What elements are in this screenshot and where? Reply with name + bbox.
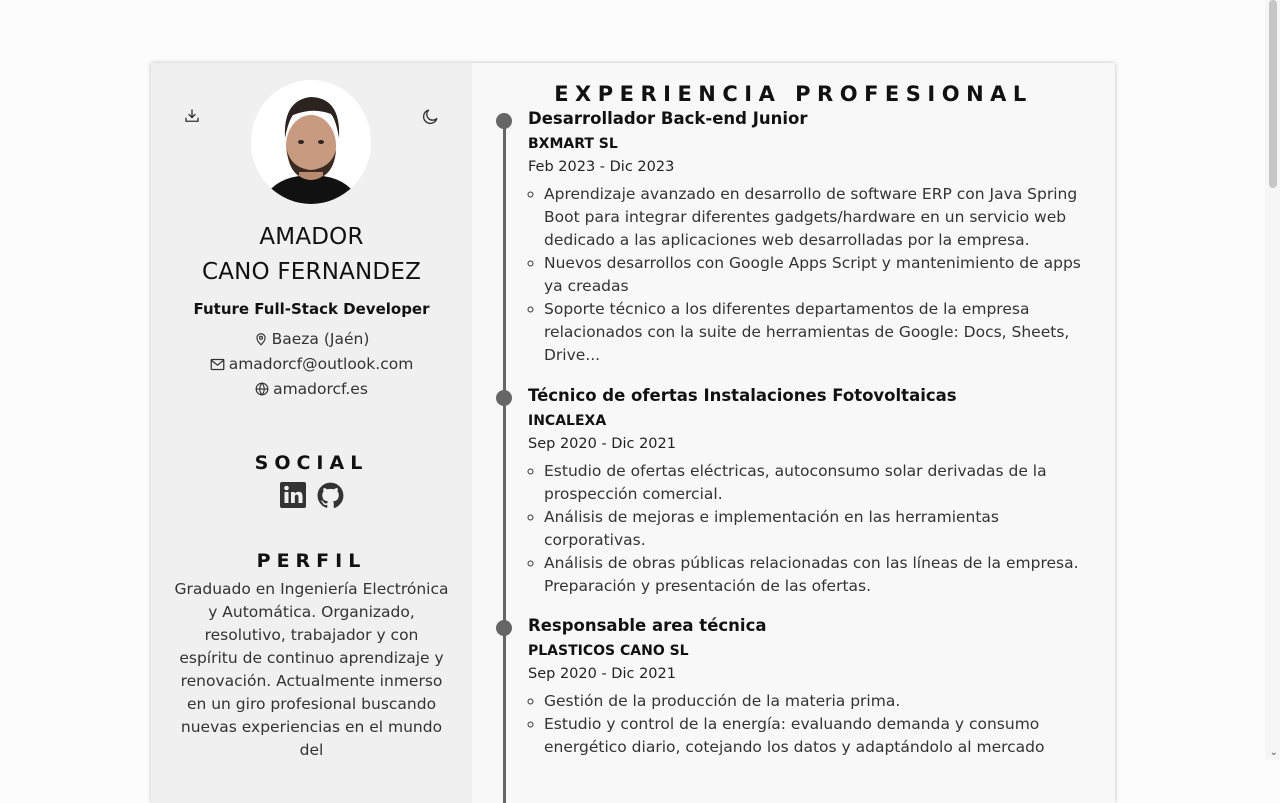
job-dates: Sep 2020 - Dic 2021 bbox=[528, 436, 676, 452]
experience-heading: EXPERIENCIA PROFESIONAL bbox=[554, 82, 1033, 106]
email-text[interactable]: amadorcf@outlook.com bbox=[229, 355, 414, 373]
social-icons bbox=[151, 482, 472, 509]
mail-icon bbox=[210, 358, 225, 370]
job-task: Aprendizaje avanzado en desarrollo de so… bbox=[544, 183, 1088, 252]
perfil-heading: PERFIL bbox=[256, 550, 367, 572]
job-task: Estudio de ofertas eléctricas, autoconsu… bbox=[544, 460, 1088, 506]
contact-location: Baeza (Jaén) bbox=[151, 330, 472, 348]
scrollbar-thumb[interactable] bbox=[1269, 0, 1277, 188]
page-scrollbar[interactable]: ⌄ bbox=[1265, 0, 1280, 760]
scroll-down-icon[interactable]: ⌄ bbox=[1270, 747, 1278, 758]
experience-section: EXPERIENCIA PROFESIONAL Desarrollador Ba… bbox=[472, 63, 1115, 803]
job-title: Responsable area técnica bbox=[528, 616, 767, 635]
avatar bbox=[251, 80, 371, 204]
contact-email[interactable]: amadorcf@outlook.com bbox=[151, 355, 472, 373]
job-title: Técnico de ofertas Instalaciones Fotovol… bbox=[528, 386, 957, 405]
name-first: AMADOR bbox=[259, 224, 364, 250]
contact-website[interactable]: amadorcf.es bbox=[151, 380, 472, 398]
globe-icon bbox=[255, 382, 269, 396]
job-task: Soporte técnico a los diferentes departa… bbox=[544, 298, 1088, 367]
role-title: Future Full-Stack Developer bbox=[193, 300, 430, 318]
job-tasks: Gestión de la producción de la materia p… bbox=[528, 690, 1088, 759]
timeline-dot bbox=[496, 620, 512, 636]
job-task: Análisis de mejoras e implementación en … bbox=[544, 506, 1088, 552]
sidebar: AMADOR CANO FERNANDEZ Future Full-Stack … bbox=[151, 63, 472, 803]
job-dates: Feb 2023 - Dic 2023 bbox=[528, 159, 675, 175]
social-heading: SOCIAL bbox=[254, 452, 369, 474]
job-company: BXMART SL bbox=[528, 136, 618, 152]
linkedin-icon[interactable] bbox=[279, 482, 306, 508]
download-icon[interactable] bbox=[180, 104, 204, 128]
job-task: Nuevos desarrollos con Google Apps Scrip… bbox=[544, 252, 1088, 298]
timeline-dot bbox=[496, 390, 512, 406]
job-company: INCALEXA bbox=[528, 413, 607, 429]
job-dates: Sep 2020 - Dic 2021 bbox=[528, 666, 676, 682]
job-tasks: Estudio de ofertas eléctricas, autoconsu… bbox=[528, 460, 1088, 598]
map-pin-icon bbox=[255, 333, 266, 346]
perfil-text: Graduado en Ingeniería Electrónica y Aut… bbox=[174, 580, 449, 759]
job-title: Desarrollador Back-end Junior bbox=[528, 109, 808, 128]
job-tasks: Aprendizaje avanzado en desarrollo de so… bbox=[528, 183, 1088, 367]
timeline-dot bbox=[496, 113, 512, 129]
job-task: Gestión de la producción de la materia p… bbox=[544, 690, 1088, 713]
job-task: Estudio y control de la energía: evaluan… bbox=[544, 713, 1088, 759]
github-icon[interactable] bbox=[317, 482, 344, 509]
moon-icon[interactable] bbox=[418, 104, 442, 128]
job-task: Análisis de obras públicas relacionadas … bbox=[544, 552, 1088, 598]
location-text: Baeza (Jaén) bbox=[271, 330, 370, 348]
website-text[interactable]: amadorcf.es bbox=[273, 380, 368, 398]
resume-card: AMADOR CANO FERNANDEZ Future Full-Stack … bbox=[151, 63, 1115, 803]
timeline-line bbox=[503, 120, 506, 803]
name-last: CANO FERNANDEZ bbox=[201, 259, 422, 285]
job-company: PLASTICOS CANO SL bbox=[528, 643, 689, 659]
